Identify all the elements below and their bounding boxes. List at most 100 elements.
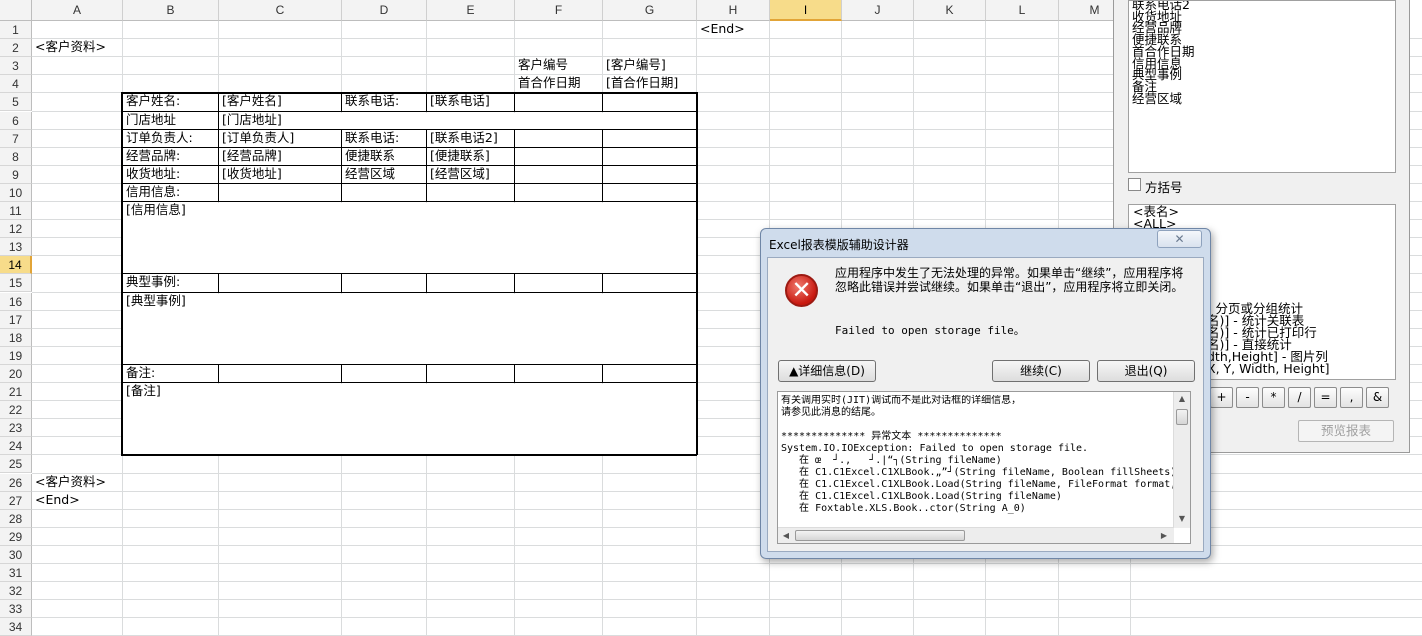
row-header-29[interactable]: 29 — [0, 527, 32, 546]
cell-f3[interactable]: 客户编号 — [515, 56, 568, 74]
column-header-c[interactable]: C — [219, 0, 342, 21]
row-header-9[interactable]: 9 — [0, 165, 32, 184]
horizontal-scroll-thumb[interactable] — [795, 530, 965, 541]
operator-button[interactable]: * — [1262, 387, 1285, 408]
row-header-23[interactable]: 23 — [0, 419, 32, 438]
cell-d9[interactable]: 经营区域 — [342, 165, 395, 183]
cell-b15[interactable]: 典型事例: — [123, 273, 180, 291]
scroll-left-icon[interactable]: ◀ — [781, 531, 791, 540]
scroll-up-icon[interactable]: ▲ — [1174, 394, 1190, 403]
row-header-7[interactable]: 7 — [0, 129, 32, 148]
cell-c7[interactable]: [订单负责人] — [219, 129, 294, 147]
cell-a26[interactable]: <客户资料> — [32, 473, 106, 491]
cell-g4[interactable]: [首合作日期] — [603, 74, 678, 92]
cell-b20[interactable]: 备注: — [123, 364, 155, 382]
column-header-a[interactable]: A — [32, 0, 123, 21]
row-header-8[interactable]: 8 — [0, 147, 32, 166]
column-header-j[interactable]: J — [842, 0, 914, 21]
scroll-right-icon[interactable]: ▶ — [1159, 531, 1169, 540]
row-header-21[interactable]: 21 — [0, 383, 32, 401]
column-header-i[interactable]: I — [770, 0, 842, 21]
column-header-l[interactable]: L — [986, 0, 1059, 21]
row-header-12[interactable]: 12 — [0, 220, 32, 239]
column-header-e[interactable]: E — [427, 0, 515, 21]
select-all-corner[interactable] — [0, 0, 32, 21]
cell-b9[interactable]: 收货地址: — [123, 165, 180, 183]
cell-a2[interactable]: <客户资料> — [32, 38, 106, 56]
row-header-31[interactable]: 31 — [0, 564, 32, 582]
dialog-titlebar[interactable]: Excel报表模版辅助设计器 ✕ — [761, 229, 1210, 257]
column-header-d[interactable]: D — [342, 0, 427, 21]
cell-b21[interactable]: [备注] — [123, 382, 161, 400]
field-list-item[interactable]: 典型事例 — [1132, 69, 1395, 81]
row-header-28[interactable]: 28 — [0, 509, 32, 528]
preview-report-button[interactable]: 预览报表 — [1298, 420, 1394, 442]
operator-button[interactable]: / — [1288, 387, 1311, 408]
operator-button[interactable]: - — [1236, 387, 1259, 408]
row-header-18[interactable]: 18 — [0, 328, 32, 347]
cell-b8[interactable]: 经营品牌: — [123, 147, 180, 165]
row-header-14[interactable]: 14 — [0, 256, 32, 275]
quit-button[interactable]: 退出(Q) — [1097, 360, 1195, 382]
cell-b16[interactable]: [典型事例] — [123, 292, 186, 310]
vertical-scroll-thumb[interactable] — [1176, 409, 1188, 425]
row-header-34[interactable]: 34 — [0, 618, 32, 636]
cell-h1[interactable]: <End> — [697, 20, 745, 38]
column-header-f[interactable]: F — [515, 0, 603, 21]
row-header-6[interactable]: 6 — [0, 111, 32, 130]
column-header-b[interactable]: B — [123, 0, 219, 21]
row-header-26[interactable]: 26 — [0, 473, 32, 492]
column-header-g[interactable]: G — [603, 0, 697, 21]
cell-e9[interactable]: [经营区域] — [427, 165, 490, 183]
template-syntax-item[interactable]: X, Y, Width, Height] — [1207, 362, 1330, 375]
cell-e7[interactable]: [联系电话2] — [427, 129, 498, 147]
row-header-4[interactable]: 4 — [0, 75, 32, 94]
cell-d8[interactable]: 便捷联系 — [342, 147, 395, 165]
row-header-2[interactable]: 2 — [0, 39, 32, 58]
cell-e5[interactable]: [联系电话] — [427, 92, 490, 110]
field-list[interactable]: 联系电话2 收货地址 经营品牌 便捷联系 首合作日期 信用信息 典型事例 备注 经营区域 — [1128, 0, 1396, 173]
row-header-3[interactable]: 3 — [0, 57, 32, 76]
cell-b5[interactable]: 客户姓名: — [123, 92, 180, 110]
close-button[interactable]: ✕ — [1157, 230, 1202, 248]
cell-d7[interactable]: 联系电话: — [342, 129, 399, 147]
operator-button[interactable]: + — [1210, 387, 1233, 408]
row-header-33[interactable]: 33 — [0, 600, 32, 619]
cell-c5[interactable]: [客户姓名] — [219, 92, 282, 110]
bracket-checkbox[interactable] — [1128, 178, 1141, 191]
row-header-10[interactable]: 10 — [0, 183, 32, 202]
row-header-24[interactable]: 24 — [0, 437, 32, 456]
details-button[interactable]: ▲详细信息(D) — [778, 360, 876, 382]
column-header-h[interactable]: H — [697, 0, 770, 21]
cell-g3[interactable]: [客户编号] — [603, 56, 666, 74]
field-list-item[interactable]: 经营区域 — [1132, 92, 1395, 105]
cell-b6[interactable]: 门店地址 — [123, 111, 176, 129]
row-header-17[interactable]: 17 — [0, 310, 32, 329]
row-header-19[interactable]: 19 — [0, 346, 32, 365]
cell-e8[interactable]: [便捷联系] — [427, 147, 490, 165]
cell-b11[interactable]: [信用信息] — [123, 201, 186, 219]
operator-button[interactable]: & — [1366, 387, 1389, 408]
row-header-1[interactable]: 1 — [0, 21, 32, 39]
horizontal-scrollbar[interactable]: ◀ ▶ — [778, 527, 1174, 543]
row-header-16[interactable]: 16 — [0, 292, 32, 311]
continue-button[interactable]: 继续(C) — [992, 360, 1090, 382]
operator-button[interactable]: , — [1340, 387, 1363, 408]
operator-button[interactable]: = — [1314, 387, 1337, 408]
row-header-27[interactable]: 27 — [0, 491, 32, 510]
cell-c9[interactable]: [收货地址] — [219, 165, 282, 183]
row-header-30[interactable]: 30 — [0, 545, 32, 564]
cell-b10[interactable]: 信用信息: — [123, 183, 180, 201]
column-header-k[interactable]: K — [914, 0, 986, 21]
row-header-22[interactable]: 22 — [0, 401, 32, 420]
cell-a27[interactable]: <End> — [32, 491, 80, 509]
row-header-15[interactable]: 15 — [0, 274, 32, 293]
cell-f4[interactable]: 首合作日期 — [515, 74, 581, 92]
row-header-13[interactable]: 13 — [0, 238, 32, 257]
details-textbox[interactable]: 有关调用实时(JIT)调试而不是此对话框的详细信息， 请参见此消息的结尾。 **… — [777, 391, 1191, 544]
row-header-11[interactable]: 11 — [0, 202, 32, 220]
cell-c6[interactable]: [门店地址] — [219, 111, 282, 129]
row-header-20[interactable]: 20 — [0, 364, 32, 383]
cell-c8[interactable]: [经营品牌] — [219, 147, 282, 165]
scroll-down-icon[interactable]: ▼ — [1174, 514, 1190, 523]
